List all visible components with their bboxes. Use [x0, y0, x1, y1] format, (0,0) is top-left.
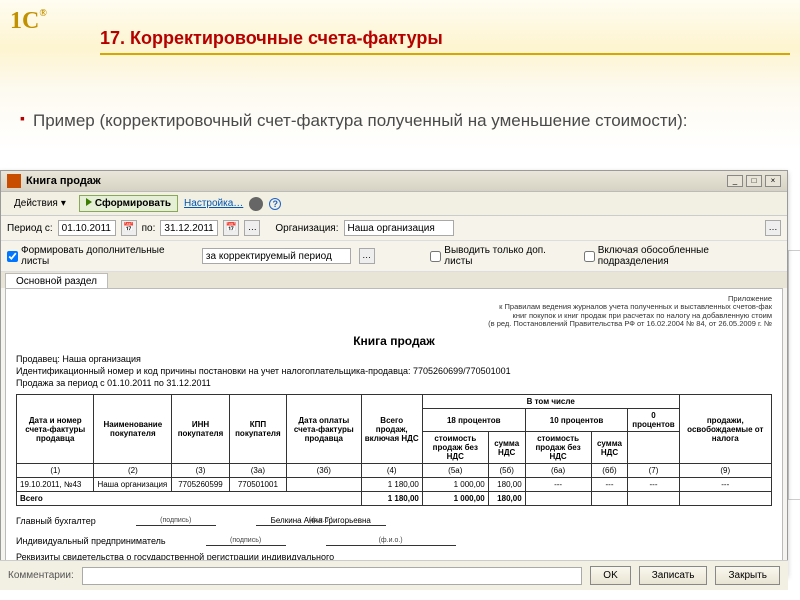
period-to-input[interactable]: [160, 220, 218, 236]
ok-button[interactable]: OK: [590, 566, 630, 585]
play-icon: [86, 198, 92, 209]
extra-mode-input[interactable]: [202, 248, 351, 264]
org-input[interactable]: [344, 220, 454, 236]
date-to-picker[interactable]: 📅: [223, 220, 239, 236]
sales-table: Дата и номер счета-фактуры продавца Наим…: [16, 394, 772, 506]
window-min-button[interactable]: _: [727, 175, 743, 187]
generate-button[interactable]: Сформировать: [79, 195, 178, 212]
slide-background: 1С® 17. Корректировочные счета-фактуры ▪…: [0, 0, 800, 600]
only-extra-checkbox[interactable]: Выводить только доп. листы: [430, 245, 575, 267]
seller-line: Продавец: Наша организация: [16, 354, 772, 364]
toolbar: Действия ▾ Сформировать Настройка… ?: [1, 192, 787, 216]
period-to-label: по:: [142, 223, 156, 234]
report-regulation-note: Приложение к Правилам ведения журналов у…: [16, 295, 772, 328]
window-titlebar: Книга продаж _ □ ×: [1, 171, 787, 192]
slide-title: 17. Корректировочные счета-фактуры: [100, 28, 790, 49]
background-fragment: [788, 250, 800, 500]
settings-link[interactable]: Настройка…: [184, 198, 243, 209]
extra-sheets-checkbox[interactable]: Формировать дополнительные листы: [7, 245, 194, 267]
filter-row-2: Формировать дополнительные листы … Вывод…: [1, 241, 787, 272]
help-icon[interactable]: ?: [269, 198, 281, 210]
report-area: Приложение к Правилам ведения журналов у…: [5, 288, 783, 571]
extra-mode-dots[interactable]: …: [359, 248, 375, 264]
org-dots-button[interactable]: …: [765, 220, 781, 236]
sales-book-window: Книга продаж _ □ × Действия ▾ Сформирова…: [0, 170, 788, 576]
date-from-picker[interactable]: 📅: [121, 220, 137, 236]
bottom-bar: Комментарии: OK Записать Закрыть: [0, 560, 788, 590]
logo-1c: 1С®: [10, 8, 47, 35]
save-button[interactable]: Записать: [639, 566, 708, 585]
title-bar: 17. Корректировочные счета-фактуры: [100, 28, 790, 55]
signature-row-chief: Главный бухгалтер (подпись) Белкина Анна…: [16, 516, 772, 526]
report-title: Книга продаж: [16, 334, 772, 348]
signature-row-ip: Индивидуальный предприниматель (подпись)…: [16, 536, 772, 546]
window-max-button[interactable]: □: [746, 175, 762, 187]
table-row-total: Всего 1 180,00 1 000,00 180,00: [17, 492, 772, 506]
inn-line: Идентификационный номер и код причины по…: [16, 366, 772, 376]
window-controls: _ □ ×: [727, 175, 781, 187]
window-icon: [7, 174, 21, 188]
comment-label: Комментарии:: [8, 570, 74, 581]
window-close-button[interactable]: ×: [765, 175, 781, 187]
org-label: Организация:: [275, 223, 338, 234]
period-from-label: Период с:: [7, 223, 53, 234]
table-row: 19.10.2011, №43 Наша организация 7705260…: [17, 478, 772, 492]
filter-row: Период с: 📅 по: 📅 … Организация: …: [1, 216, 787, 241]
bullet-row: ▪ Пример (корректировочный счет-фактура …: [20, 110, 770, 132]
bullet-text: Пример (корректировочный счет-фактура по…: [33, 110, 688, 132]
close-button[interactable]: Закрыть: [715, 566, 780, 585]
comment-field[interactable]: [82, 567, 583, 585]
period-from-input[interactable]: [58, 220, 116, 236]
actions-menu[interactable]: Действия ▾: [7, 195, 73, 212]
bullet-marker: ▪: [20, 110, 25, 127]
tab-main-section[interactable]: Основной раздел: [5, 273, 108, 289]
subdiv-checkbox[interactable]: Включая обособленные подразделения: [584, 245, 781, 267]
window-title: Книга продаж: [26, 175, 722, 187]
period-dots-button[interactable]: …: [244, 220, 260, 236]
tab-row: Основной раздел: [1, 272, 787, 288]
gear-icon[interactable]: [249, 197, 263, 211]
col-index-row: (1)(2) (3)(3а) (3б)(4) (5а)(5б) (6а)(6б)…: [17, 464, 772, 478]
period-line: Продажа за период с 01.10.2011 по 31.12.…: [16, 378, 772, 388]
